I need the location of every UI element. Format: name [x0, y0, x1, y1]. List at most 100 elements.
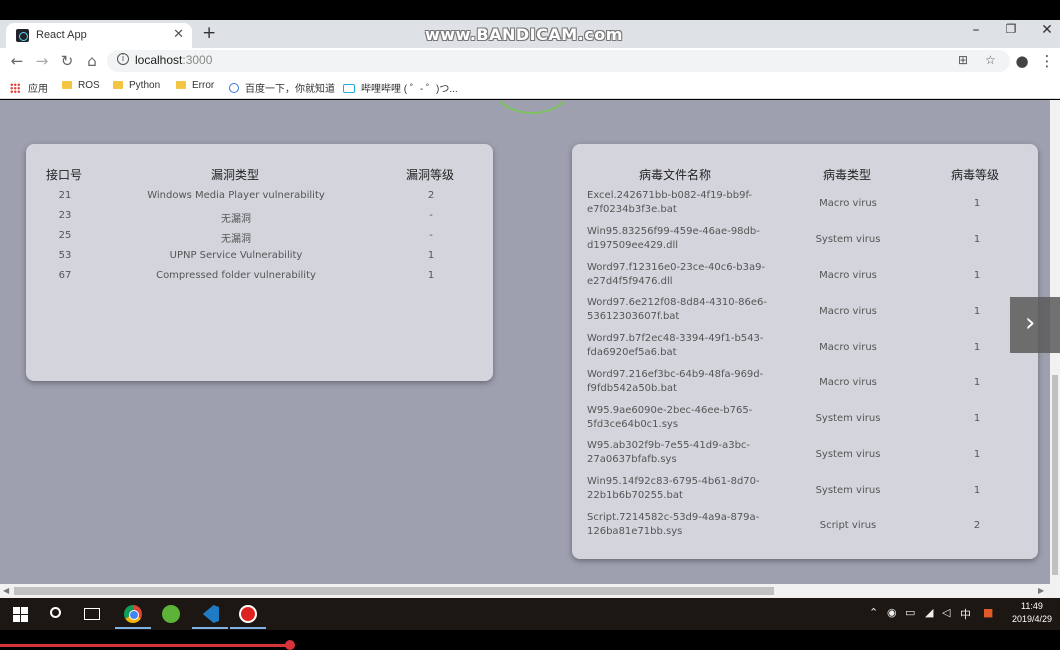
virus-type-cell: Macro virus	[819, 342, 877, 353]
virus-level-cell: 1	[973, 449, 981, 460]
vertical-scrollbar-thumb[interactable]	[1052, 375, 1058, 575]
horizontal-scrollbar-thumb[interactable]	[14, 587, 774, 595]
taskbar-clock[interactable]: 11:49 2019/4/29	[1012, 600, 1052, 626]
wechat-icon[interactable]: ◉	[887, 606, 897, 619]
column-header-vuln-level: 漏洞等级	[406, 168, 455, 182]
apps-grid-icon	[10, 83, 20, 93]
virus-file-cell: Win95.14f92c83-6795-4b61-8d70-22b1b6b702…	[587, 476, 760, 501]
clock-date: 2019/4/29	[1011, 614, 1052, 624]
horizontal-scrollbar[interactable]: ◀ ▶	[0, 584, 1060, 598]
menu-kebab-icon[interactable]: ⋮	[1038, 52, 1056, 70]
sogou-icon[interactable]: ■	[983, 606, 993, 619]
column-header-virus-level: 病毒等级	[951, 168, 1000, 182]
ime-indicator[interactable]: 中	[960, 606, 971, 622]
running-app-indicator	[192, 627, 228, 629]
home-icon[interactable]: ⌂	[83, 52, 101, 70]
virus-file-cell: Excel.242671bb-b082-4f19-bb9f-e7f0234b3f…	[587, 190, 753, 215]
task-view-icon[interactable]	[84, 608, 100, 620]
search-icon[interactable]	[50, 607, 61, 618]
port-cell: 23	[58, 210, 72, 221]
green-app-icon[interactable]	[162, 605, 180, 623]
restore-window-button[interactable]: ❐	[1001, 22, 1021, 36]
virus-type-cell: System virus	[815, 234, 881, 245]
column-header-port: 接口号	[46, 168, 83, 182]
recorder-watermark: www.BANDICAM.com	[425, 25, 623, 44]
virus-type-cell: Macro virus	[819, 198, 877, 209]
tray-chevron-up-icon[interactable]: ⌃	[869, 606, 878, 619]
close-tab-icon[interactable]: ✕	[173, 27, 184, 42]
virus-level-cell: 1	[973, 413, 981, 424]
vuln-type-cell: Compressed folder vulnerability	[156, 270, 316, 281]
virus-file-cell: Script.7214582c-53d9-4a9a-879a-126ba81e7…	[587, 512, 760, 537]
virus-type-cell: Script virus	[819, 520, 877, 531]
virus-level-cell: 2	[973, 520, 981, 531]
bookmark-error[interactable]: Error	[176, 80, 214, 91]
vuln-type-cell: 无漏洞	[221, 214, 251, 225]
back-arrow-icon[interactable]: ←	[8, 52, 26, 70]
scroll-right-arrow-icon[interactable]: ▶	[1038, 586, 1044, 595]
minimize-window-button[interactable]: –	[966, 22, 986, 38]
video-progress-bar[interactable]	[0, 644, 290, 647]
video-top-border	[0, 0, 1060, 20]
virus-file-cell: W95.ab302f9b-7e55-41d9-a3bc-27a0637bfafb…	[587, 440, 751, 465]
vuln-type-cell: 无漏洞	[221, 234, 251, 245]
bilibili-icon	[343, 84, 355, 93]
virus-file-cell: Word97.6e212f08-8d84-4310-86e6-536123036…	[587, 297, 768, 322]
vuln-level-cell: -	[429, 230, 433, 241]
folder-icon	[113, 81, 123, 89]
windows-start-icon[interactable]	[12, 605, 30, 623]
new-tab-button[interactable]: +	[202, 23, 216, 43]
virus-type-cell: Macro virus	[819, 377, 877, 388]
wifi-icon[interactable]: ◢	[925, 606, 933, 619]
network-icon[interactable]: ▭	[905, 606, 915, 619]
virus-file-cell: Win95.83256f99-459e-46ae-98db-d197509ee4…	[587, 226, 760, 251]
address-bar[interactable]: i localhost:3000 ⊞ ☆	[107, 50, 1010, 72]
port-vulnerability-card: 接口号 漏洞类型 漏洞等级 2 1 Windows Media Player vu…	[26, 144, 493, 381]
virus-type-cell: System virus	[815, 413, 881, 424]
virus-level-cell: 1	[973, 234, 981, 245]
video-progress-handle[interactable]	[285, 640, 295, 650]
vuln-type-cell: Windows Media Player vulnerability	[147, 190, 325, 201]
column-header-virus-type: 病毒类型	[823, 168, 872, 182]
virus-file-cell: Word97.b7f2ec48-3394-49f1-b543-fda6920ef…	[587, 333, 764, 358]
virus-level-cell: 1	[973, 377, 981, 388]
folder-icon	[176, 81, 186, 89]
scroll-left-arrow-icon[interactable]: ◀	[3, 586, 9, 595]
virus-level-cell: 1	[973, 198, 981, 209]
info-icon[interactable]: i	[117, 53, 129, 65]
reload-icon[interactable]: ↻	[58, 52, 76, 70]
vuln-level-cell: 1	[427, 250, 435, 261]
translate-icon[interactable]: ⊞	[958, 53, 968, 67]
virus-file-cell: Word97.f12316e0-23ce-40c6-b3a9-e27d4f5f9…	[587, 262, 766, 287]
bookmark-ros[interactable]: ROS	[62, 80, 100, 91]
close-window-button[interactable]: ✕	[1037, 22, 1057, 38]
windows-taskbar: ⌃ ◉ ▭ ◢ ◁ 中 ■ 11:49 2019/4/29	[0, 598, 1060, 630]
address-url: localhost:3000	[135, 53, 213, 67]
vuln-level-cell: 1	[427, 270, 435, 281]
active-app-indicator	[115, 627, 151, 629]
video-bottom-border	[0, 630, 1060, 650]
bookmark-star-icon[interactable]: ☆	[985, 53, 996, 67]
next-slide-button[interactable]: ›	[1010, 297, 1060, 353]
vuln-level-cell: -	[429, 210, 433, 221]
column-header-vuln-type: 漏洞类型	[211, 168, 260, 182]
tab-title: React App	[36, 29, 87, 41]
bookmark-python[interactable]: Python	[113, 80, 160, 91]
vuln-type-cell: UPNP Service Vulnerability	[169, 250, 303, 261]
bookmark-bilibili[interactable]: 哔哩哔哩 ( ゜- ゜)つ...	[343, 80, 458, 95]
record-icon[interactable]	[239, 605, 257, 623]
folder-icon	[62, 81, 72, 89]
running-app-indicator	[230, 627, 266, 629]
virus-type-cell: Macro virus	[819, 306, 877, 317]
vuln-level-cell: 2	[427, 190, 435, 201]
volume-icon[interactable]: ◁	[942, 606, 950, 619]
forward-arrow-icon[interactable]: →	[33, 52, 51, 70]
bookmark-baidu[interactable]: 百度一下，你就知道	[229, 80, 335, 95]
vscode-icon[interactable]	[202, 605, 219, 623]
browser-tab[interactable]: React App ✕	[6, 23, 192, 48]
virus-type-cell: System virus	[815, 449, 881, 460]
profile-icon[interactable]: ●	[1013, 52, 1031, 70]
bookmark-apps[interactable]: 应用	[10, 80, 48, 95]
chrome-icon[interactable]	[124, 605, 142, 623]
loading-arc	[487, 100, 577, 114]
